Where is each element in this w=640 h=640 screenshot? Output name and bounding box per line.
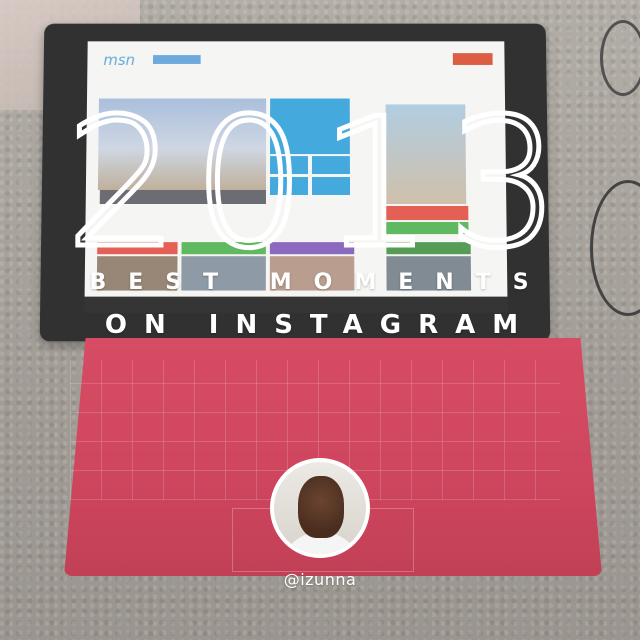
subtitle-best-moments: BEST MOMENTS	[89, 270, 551, 295]
profile-avatar	[274, 462, 366, 554]
year-title: 2013	[63, 80, 575, 287]
avatar-face	[298, 476, 344, 538]
subtitle-on-instagram: ON INSTAGRAM	[104, 310, 536, 340]
username-handle: @izunna	[283, 570, 357, 589]
